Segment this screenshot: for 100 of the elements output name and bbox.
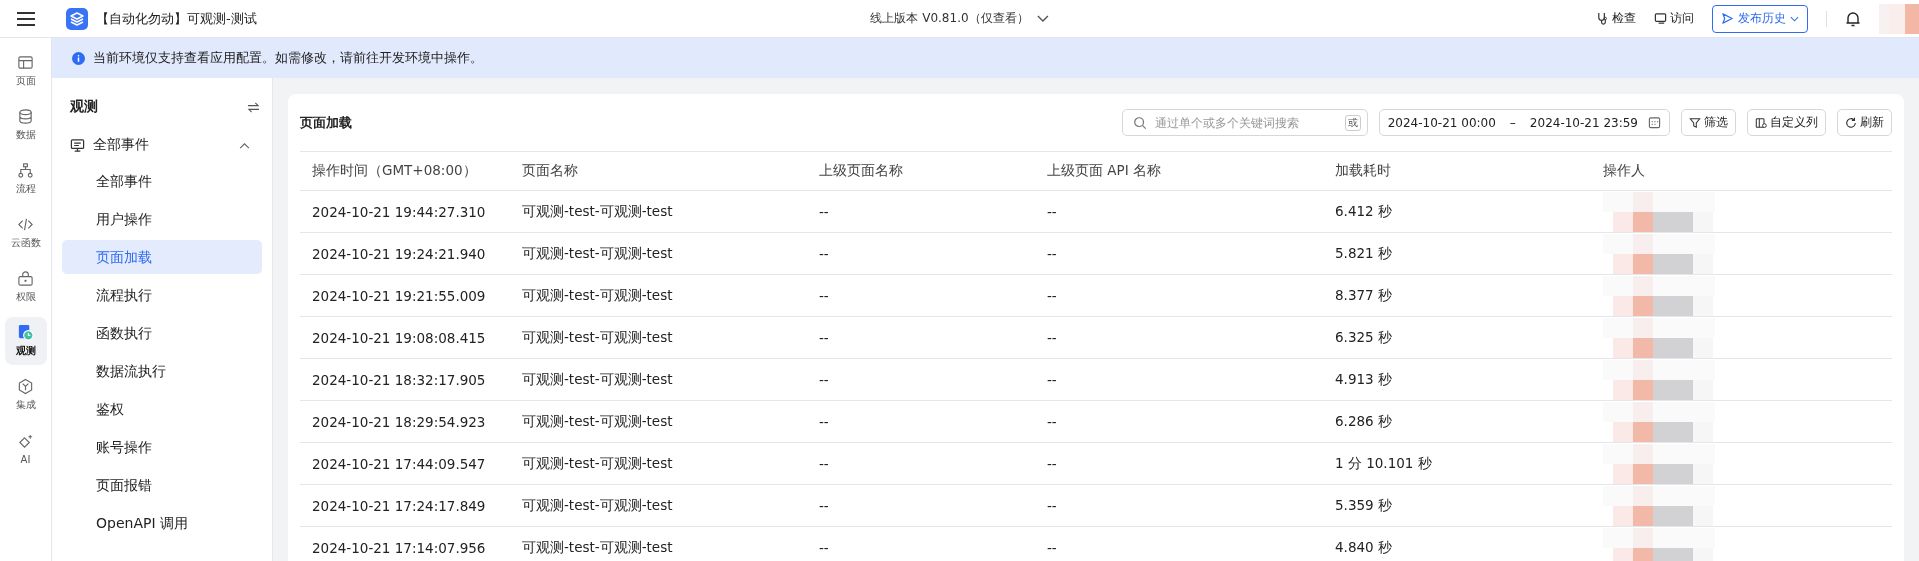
table-cell-text: -- (1046, 203, 1058, 220)
chevron-down-icon (1790, 15, 1799, 22)
nav-item[interactable]: 函数执行 (62, 316, 262, 350)
calendar-icon (1648, 116, 1661, 129)
date-range-field[interactable]: 2024-10-21 00:00 – 2024-10-21 23:59 (1378, 109, 1670, 136)
nav-item[interactable]: 页面报错 (62, 468, 262, 502)
table-cell-text: 2024-10-21 17:14:07.956 (311, 539, 487, 556)
publish-history-button[interactable]: 发布历史 (1712, 4, 1808, 33)
table-cell-text: 2024-10-21 18:29:54.923 (311, 413, 487, 430)
code-icon (17, 216, 34, 233)
rail-item[interactable]: 观测 (4, 317, 47, 365)
rail-item[interactable]: 流程 (4, 155, 47, 203)
search-mode-toggle[interactable]: 或 (1344, 114, 1361, 131)
table-cell-text: -- (818, 539, 830, 556)
table-cell-text: -- (1046, 371, 1058, 388)
inspect-button[interactable]: 检查 (1596, 10, 1636, 27)
info-icon (72, 51, 85, 65)
nav-item[interactable]: 用户操作 (62, 202, 262, 236)
table-cell-text: 2024-10-21 18:32:17.905 (311, 371, 487, 388)
send-icon (1721, 12, 1734, 25)
table-cell-text: 可观测-test-可观测-test (521, 538, 674, 557)
search-icon (1132, 115, 1147, 130)
table-cell-text: 可观测-test-可观测-test (521, 412, 674, 431)
monitor-icon (1654, 12, 1667, 25)
table-cell-text: 2024-10-21 17:24:17.849 (311, 497, 487, 514)
table-cell-text: 1 分 10.101 秒 (1334, 454, 1433, 473)
table-cell-text: -- (818, 245, 830, 262)
table-cell-text: -- (1046, 329, 1058, 346)
table-cell-text: -- (1046, 245, 1058, 262)
filter-icon (1689, 116, 1701, 129)
table-cell-text: 2024-10-21 17:44:09.547 (311, 455, 487, 472)
nav-group[interactable]: 全部事件 (62, 126, 262, 164)
menu-icon[interactable] (16, 10, 36, 27)
table-cell-text: 可观测-test-可观测-test (521, 454, 674, 473)
rail-item[interactable]: 集成 (4, 371, 47, 419)
table-cell-text: 2024-10-21 19:24:21.940 (311, 245, 487, 262)
rail-item[interactable]: 权限 (4, 263, 47, 311)
bell-icon[interactable] (1845, 10, 1861, 27)
table-cell-text: -- (818, 203, 830, 220)
table-cell-text: -- (818, 497, 830, 514)
table-cell-text: -- (818, 371, 830, 388)
sparkle-icon (17, 433, 34, 451)
rail-item[interactable]: 数据 (4, 101, 47, 149)
columns-button[interactable]: 自定义列 (1747, 109, 1826, 136)
column-header: 操作人 (1602, 162, 1646, 180)
table-cell-text: 4.840 秒 (1334, 538, 1393, 557)
lock-icon (17, 270, 34, 287)
column-header: 页面名称 (521, 162, 579, 180)
table-cell-text: -- (818, 413, 830, 430)
table-cell-text: 4.913 秒 (1334, 370, 1393, 389)
table-cell-text: -- (1046, 539, 1058, 556)
columns-icon (1755, 116, 1767, 129)
table-cell-text: -- (818, 287, 830, 304)
chevron-down-icon (1036, 14, 1049, 23)
app-title: 【自动化勿动】可观测-测试 (96, 9, 257, 28)
rail-item[interactable]: AI (4, 425, 47, 473)
column-header: 操作时间（GMT+08:00） (311, 162, 478, 180)
search-field[interactable]: 通过单个或多个关键词搜索 或 (1121, 109, 1368, 136)
table-cell-text: 2024-10-21 19:08:08.415 (311, 329, 487, 346)
table-cell-text: 2024-10-21 19:21:55.009 (311, 287, 487, 304)
table-cell-text: 6.286 秒 (1334, 412, 1393, 431)
visit-button[interactable]: 访问 (1654, 10, 1694, 27)
nav-item[interactable]: 页面加载 (62, 240, 262, 274)
version-dropdown[interactable]: 线上版本 V0.81.0（仅查看） (870, 10, 1049, 27)
nav-item[interactable]: 数据流执行 (62, 354, 262, 388)
stethoscope-icon (1596, 12, 1609, 25)
banner-text: 当前环境仅支持查看应用配置。如需修改，请前往开发环境中操作。 (93, 49, 483, 67)
table-cell-text: 可观测-test-可观测-test (521, 244, 674, 263)
table-cell-text: 可观测-test-可观测-test (521, 328, 674, 347)
nav-item[interactable]: 鉴权 (62, 392, 262, 426)
table-cell-text: 可观测-test-可观测-test (521, 202, 674, 221)
filter-button[interactable]: 筛选 (1681, 109, 1736, 136)
panel-title: 页面加载 (300, 113, 352, 132)
nav-item[interactable]: 流程执行 (62, 278, 262, 312)
app-logo-icon (66, 7, 88, 30)
table-cell-text: 8.377 秒 (1334, 286, 1393, 305)
flowchart-icon (17, 162, 34, 179)
table-cell-text: 可观测-test-可观测-test (521, 496, 674, 515)
rail-item[interactable]: 页面 (4, 47, 47, 95)
database-icon (17, 108, 34, 125)
table-cell-text: 5.359 秒 (1334, 496, 1393, 515)
table-cell-text: 6.412 秒 (1334, 202, 1393, 221)
table-cell-text: -- (1046, 455, 1058, 472)
refresh-button[interactable]: 刷新 (1837, 109, 1892, 136)
document-clock-icon (17, 324, 34, 341)
table-cell-text: -- (818, 329, 830, 346)
chevron-icon (239, 141, 250, 149)
table-cell-text: 2024-10-21 19:44:27.310 (311, 203, 487, 220)
table-cell-text: -- (1046, 287, 1058, 304)
nav-item[interactable]: OpenAPI 调用 (62, 506, 262, 540)
nav-item[interactable]: 全部事件 (62, 164, 262, 198)
switch-icon[interactable] (247, 101, 260, 113)
column-header: 上级页面 API 名称 (1046, 162, 1162, 180)
table-cell-text: -- (1046, 413, 1058, 430)
rail-item[interactable]: 云函数 (4, 209, 47, 257)
nav-title: 观测 (70, 98, 98, 116)
column-header: 上级页面名称 (818, 162, 904, 180)
table-cell-text: 可观测-test-可观测-test (521, 286, 674, 305)
nav-item[interactable]: 账号操作 (62, 430, 262, 464)
table-cell-text: -- (1046, 497, 1058, 514)
